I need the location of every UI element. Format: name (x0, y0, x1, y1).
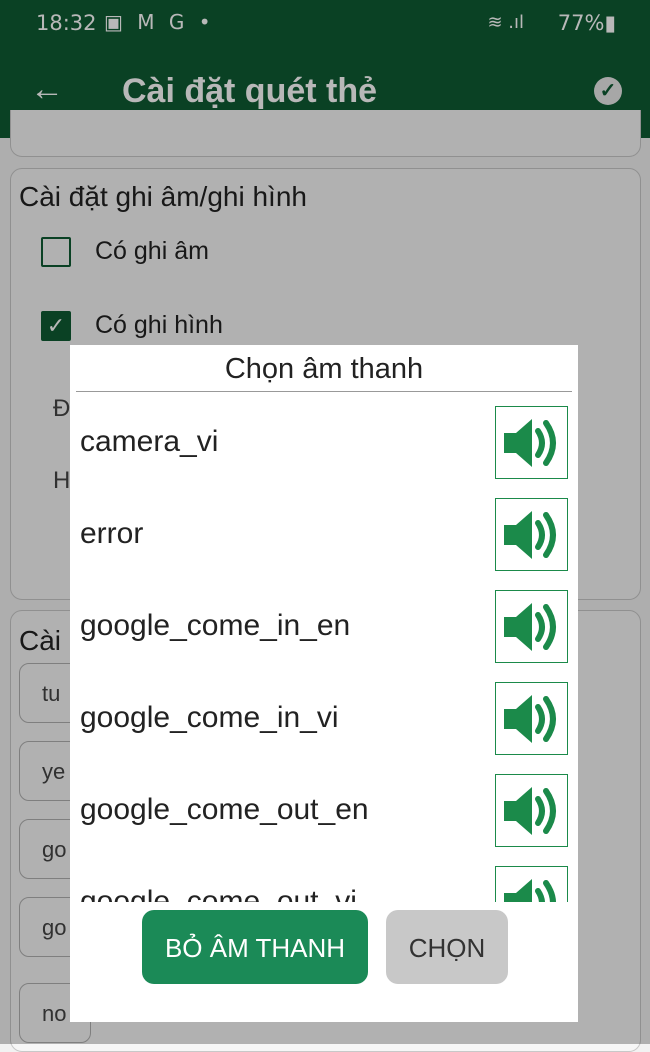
speaker-icon (504, 879, 556, 902)
sound-list-item[interactable]: google_come_in_en (70, 579, 578, 671)
sound-list-item[interactable]: camera_vi (70, 395, 578, 487)
speaker-icon (504, 511, 556, 559)
sound-name: google_come_out_en (80, 793, 369, 826)
dialog-title: Chọn âm thanh (224, 353, 424, 385)
dialog-divider (76, 391, 572, 392)
sound-name: error (80, 517, 144, 550)
play-sound-button[interactable] (495, 406, 568, 479)
sound-list-item[interactable]: google_come_out_vi (70, 855, 578, 902)
speaker-icon (504, 603, 556, 651)
play-sound-button[interactable] (495, 774, 568, 847)
sound-name: google_come_out_vi (80, 885, 357, 902)
play-sound-button[interactable] (495, 498, 568, 571)
sound-list-item[interactable]: error (70, 487, 578, 579)
remove-sound-button[interactable]: BỎ ÂM THANH (142, 910, 368, 984)
select-sound-button[interactable]: CHỌN (386, 910, 508, 984)
speaker-icon (504, 787, 556, 835)
sound-list-item[interactable]: google_come_out_en (70, 763, 578, 855)
sound-list-item[interactable]: google_come_in_vi (70, 671, 578, 763)
sound-name: camera_vi (80, 425, 219, 458)
choose-sound-dialog: Chọn âm thanh camera_vi error google_com… (70, 345, 578, 1022)
play-sound-button[interactable] (495, 590, 568, 663)
speaker-icon (504, 419, 556, 467)
sound-list[interactable]: camera_vi error google_come_in_en google… (70, 395, 578, 902)
sound-name: google_come_in_en (80, 609, 351, 642)
sound-name: google_come_in_vi (80, 701, 339, 734)
play-sound-button[interactable] (495, 866, 568, 902)
speaker-icon (504, 695, 556, 743)
play-sound-button[interactable] (495, 682, 568, 755)
